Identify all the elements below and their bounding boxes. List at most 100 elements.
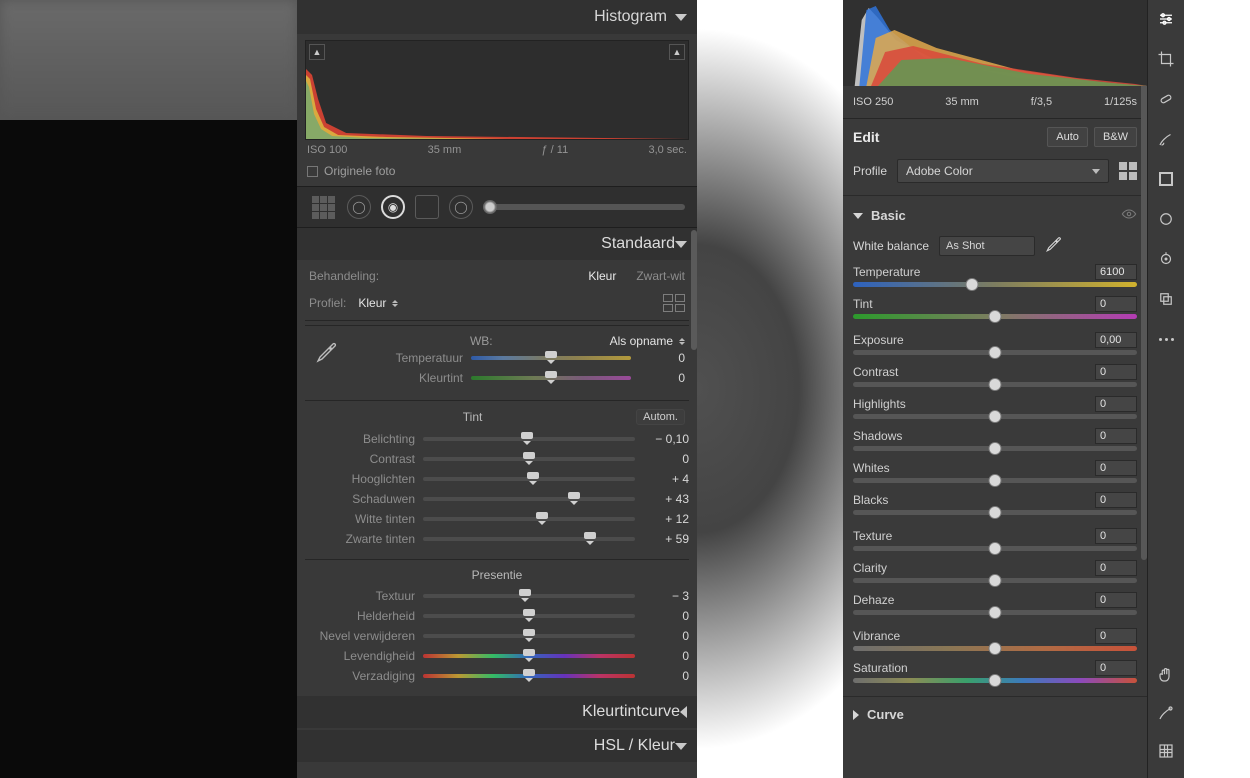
slider-value[interactable]: 0 xyxy=(643,452,689,466)
slider-value[interactable]: 6100 xyxy=(1095,264,1137,280)
slider-knob[interactable] xyxy=(523,669,535,679)
profile-select[interactable]: Kleur xyxy=(358,296,398,310)
hsl-header[interactable]: HSL / Kleur xyxy=(297,730,697,762)
lc-slider[interactable]: Helderheid 0 xyxy=(305,606,689,626)
grid-icon[interactable] xyxy=(1155,740,1177,762)
slider-track[interactable] xyxy=(423,674,635,678)
slider-value[interactable]: 0 xyxy=(643,609,689,623)
lr-slider[interactable]: Exposure 0,00 xyxy=(853,332,1137,355)
slider-knob[interactable] xyxy=(523,609,535,619)
slider-value[interactable]: 0 xyxy=(1095,628,1137,644)
presets-icon[interactable] xyxy=(1155,288,1177,310)
auto-button[interactable]: Autom. xyxy=(636,409,685,425)
slider-value[interactable]: 0 xyxy=(1095,296,1137,312)
slider-knob[interactable] xyxy=(989,410,1002,423)
slider-track[interactable] xyxy=(471,356,631,360)
slider-knob[interactable] xyxy=(519,589,531,599)
histogram-header[interactable]: Histogram xyxy=(297,0,697,34)
crop-tool-icon[interactable] xyxy=(309,196,337,218)
slider-value[interactable]: + 59 xyxy=(643,532,689,546)
slider-knob[interactable] xyxy=(989,474,1002,487)
tonecurve-header[interactable]: Kleurtintcurve xyxy=(297,696,697,728)
lc-slider[interactable]: Schaduwen + 43 xyxy=(305,489,689,509)
lr-slider[interactable]: Contrast 0 xyxy=(853,364,1137,387)
slider-knob[interactable] xyxy=(536,512,548,522)
redeye-icon[interactable] xyxy=(1155,248,1177,270)
slider-value[interactable]: 0 xyxy=(639,371,685,385)
slider-value[interactable]: 0 xyxy=(639,351,685,365)
slider-value[interactable]: − 0,10 xyxy=(643,432,689,446)
slider-value[interactable]: + 12 xyxy=(643,512,689,526)
slider-knob[interactable] xyxy=(584,532,596,542)
lc-slider[interactable]: Kleurtint 0 xyxy=(353,368,685,388)
slider-track[interactable] xyxy=(853,414,1137,419)
slider-track[interactable] xyxy=(853,282,1137,287)
slider-value[interactable]: 0 xyxy=(1095,660,1137,676)
lr-basic-header[interactable]: Basic xyxy=(853,202,1137,233)
slider-track[interactable] xyxy=(853,382,1137,387)
slider-knob[interactable] xyxy=(523,649,535,659)
slider-track[interactable] xyxy=(853,578,1137,583)
lr-slider[interactable]: Temperature 6100 xyxy=(853,264,1137,287)
lr-slider[interactable]: Saturation 0 xyxy=(853,660,1137,683)
slider-value[interactable]: + 43 xyxy=(643,492,689,506)
slider-track[interactable] xyxy=(423,517,635,521)
spot-tool-icon[interactable]: ◯ xyxy=(347,195,371,219)
slider-track[interactable] xyxy=(423,594,635,598)
slider-knob[interactable] xyxy=(989,310,1002,323)
lr-slider[interactable]: Whites 0 xyxy=(853,460,1137,483)
lc-slider[interactable]: Zwarte tinten + 59 xyxy=(305,529,689,549)
slider-knob[interactable] xyxy=(527,472,539,482)
linear-grad-icon[interactable] xyxy=(1155,168,1177,190)
slider-knob[interactable] xyxy=(523,452,535,462)
lr-wb-select[interactable]: As Shot xyxy=(939,236,1035,256)
slider-knob[interactable] xyxy=(521,432,533,442)
brush-icon[interactable] xyxy=(1155,128,1177,150)
lr-slider[interactable]: Dehaze 0 xyxy=(853,592,1137,615)
hand-icon[interactable] xyxy=(1155,664,1177,686)
shadow-clip-icon[interactable]: ▲ xyxy=(309,44,325,60)
slider-knob[interactable] xyxy=(989,542,1002,555)
slider-track[interactable] xyxy=(423,437,635,441)
treatment-color[interactable]: Kleur xyxy=(588,269,616,283)
lr-slider[interactable]: Texture 0 xyxy=(853,528,1137,551)
eye-icon[interactable] xyxy=(1121,206,1137,225)
slider-value[interactable]: 0 xyxy=(643,629,689,643)
lc-slider[interactable]: Temperatuur 0 xyxy=(353,348,685,368)
lc-histogram[interactable]: ▲ ▲ xyxy=(305,40,689,140)
lr-slider[interactable]: Shadows 0 xyxy=(853,428,1137,451)
slider-value[interactable]: 0 xyxy=(1095,560,1137,576)
highlight-clip-icon[interactable]: ▲ xyxy=(669,44,685,60)
lr-slider[interactable]: Tint 0 xyxy=(853,296,1137,319)
slider-knob[interactable] xyxy=(989,346,1002,359)
slider-value[interactable]: 0 xyxy=(1095,396,1137,412)
slider-knob[interactable] xyxy=(989,606,1002,619)
profile-browser-icon[interactable] xyxy=(1119,162,1137,180)
slider-value[interactable]: 0 xyxy=(643,649,689,663)
slider-track[interactable] xyxy=(853,678,1137,683)
lc-slider[interactable]: Contrast 0 xyxy=(305,449,689,469)
slider-knob[interactable] xyxy=(989,674,1002,687)
radial-grad-icon[interactable] xyxy=(1155,208,1177,230)
slider-value[interactable]: 0 xyxy=(1095,428,1137,444)
slider-knob[interactable] xyxy=(989,574,1002,587)
slider-track[interactable] xyxy=(423,457,635,461)
auto-button[interactable]: Auto xyxy=(1047,127,1088,147)
tool-amount-slider[interactable] xyxy=(483,204,685,210)
slider-knob[interactable] xyxy=(989,642,1002,655)
slider-track[interactable] xyxy=(423,537,635,541)
slider-track[interactable] xyxy=(853,446,1137,451)
zoom-icon[interactable] xyxy=(1155,702,1177,724)
lc-slider[interactable]: Nevel verwijderen 0 xyxy=(305,626,689,646)
slider-track[interactable] xyxy=(853,314,1137,319)
edit-sliders-icon[interactable] xyxy=(1155,8,1177,30)
slider-knob[interactable] xyxy=(989,442,1002,455)
lc-slider[interactable]: Textuur − 3 xyxy=(305,586,689,606)
slider-track[interactable] xyxy=(853,546,1137,551)
slider-knob[interactable] xyxy=(568,492,580,502)
slider-track[interactable] xyxy=(423,654,635,658)
wb-select[interactable]: Als opname xyxy=(610,334,685,348)
slider-knob[interactable] xyxy=(545,351,557,361)
slider-track[interactable] xyxy=(853,646,1137,651)
slider-value[interactable]: 0,00 xyxy=(1095,332,1137,348)
